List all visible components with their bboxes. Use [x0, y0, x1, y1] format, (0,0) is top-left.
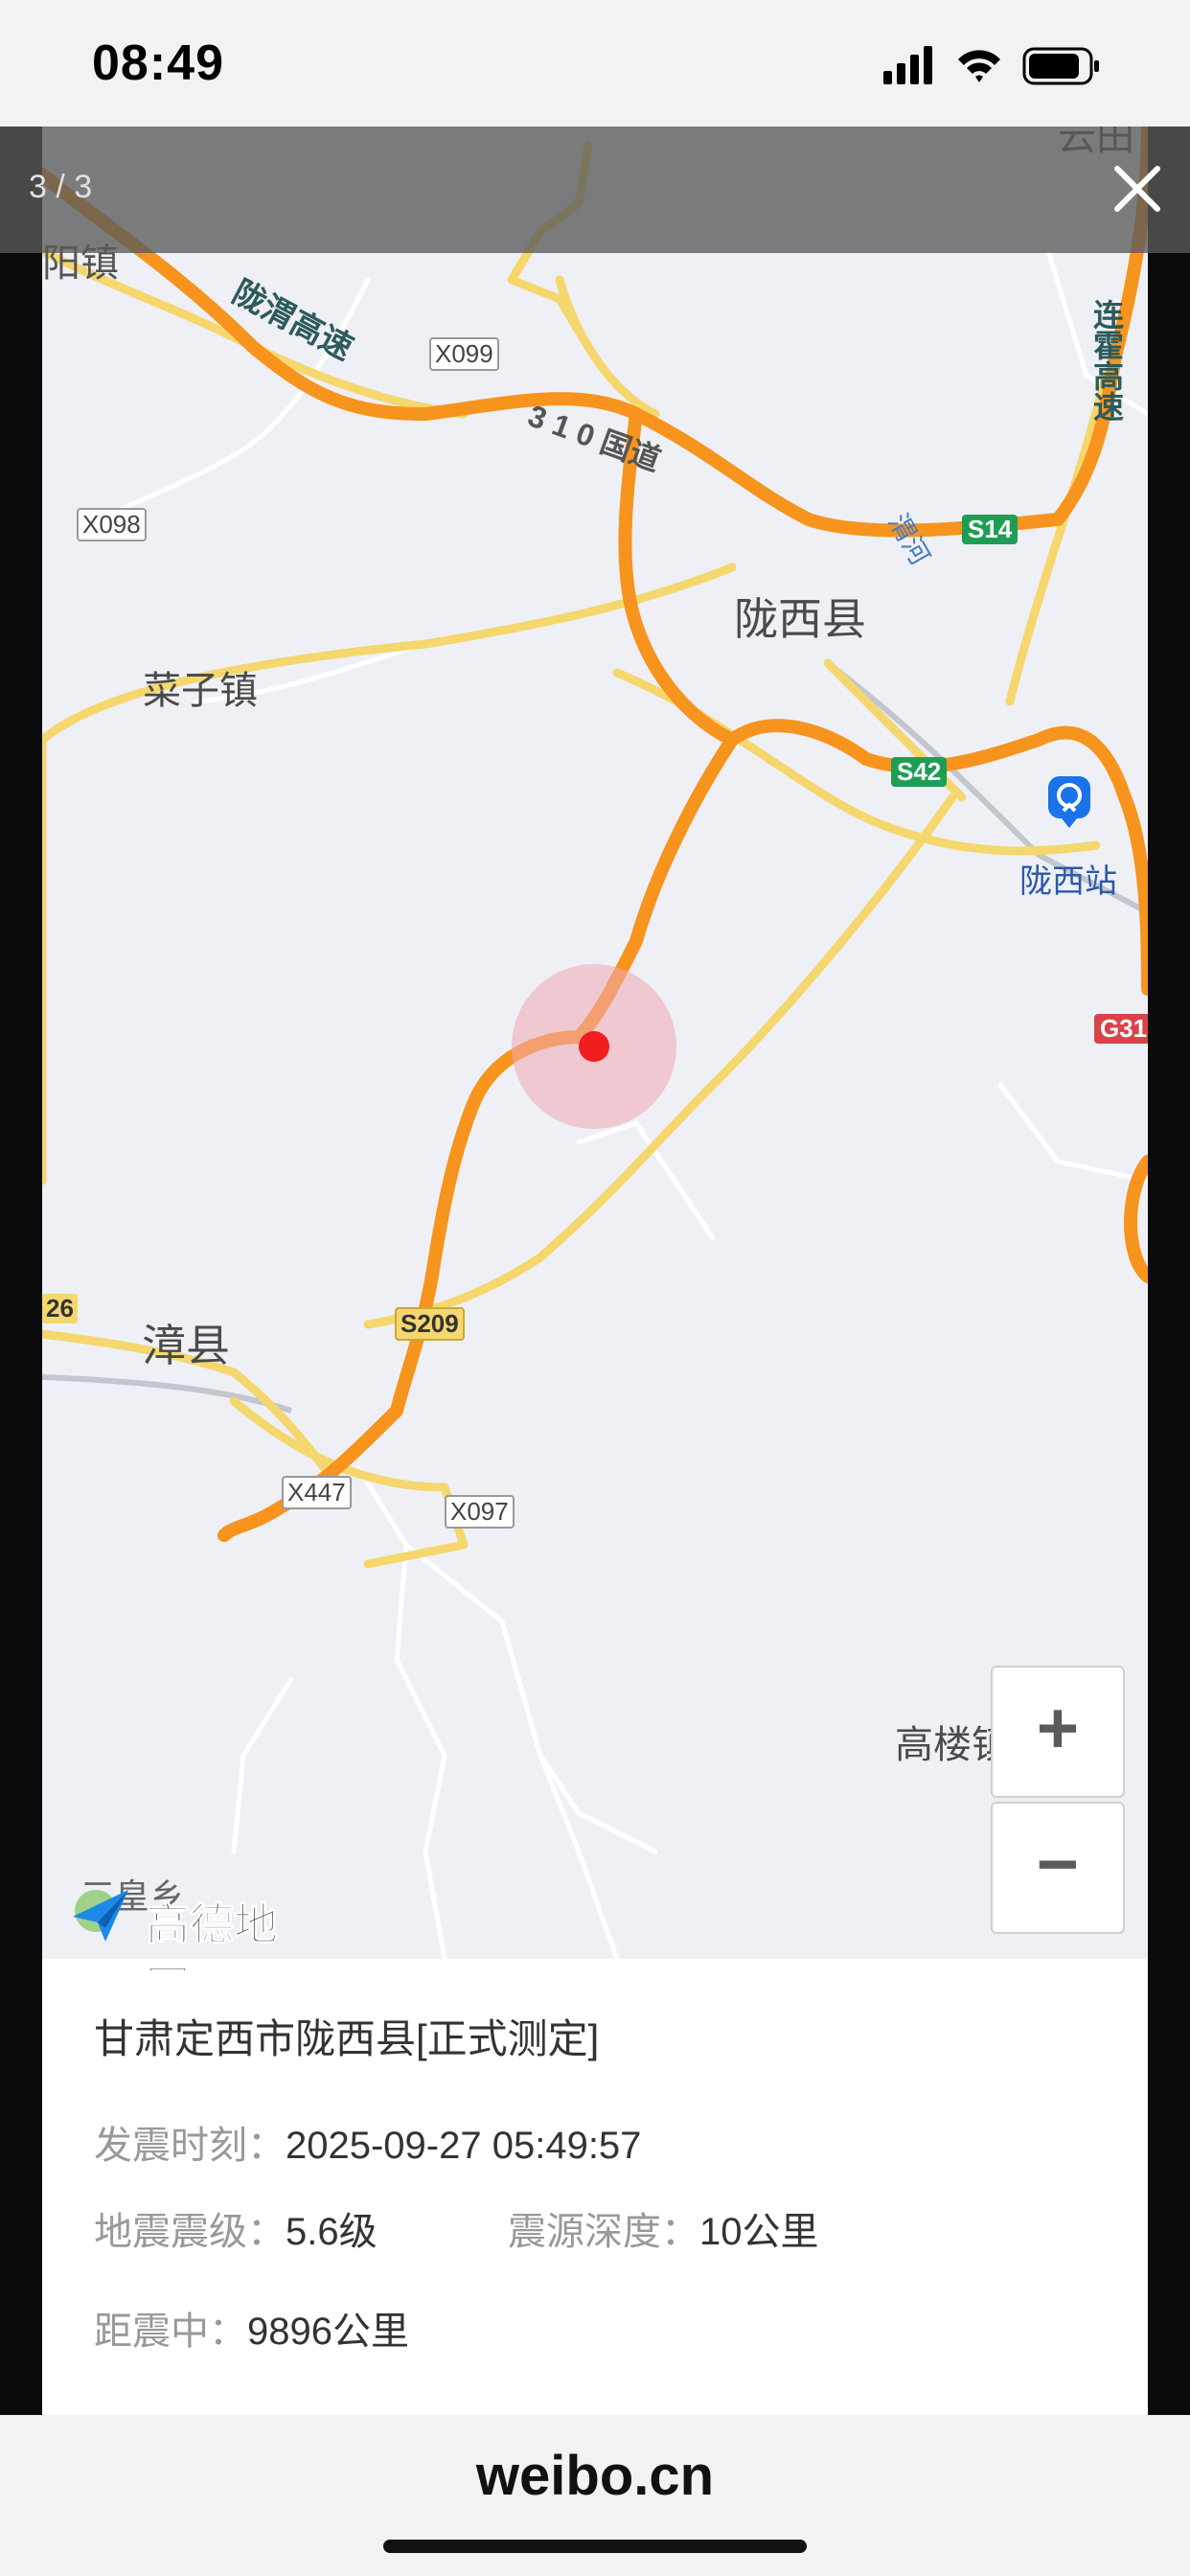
quake-distance-row: 距震中：9896公里: [94, 2300, 409, 2356]
label-longxi-station: 陇西站: [1019, 863, 1117, 900]
quake-depth-row: 震源深度：10公里: [508, 2200, 819, 2256]
zoom-out-button[interactable]: −: [991, 1802, 1125, 1934]
shield-x097: X097: [445, 1495, 515, 1529]
shield-26: 26: [42, 1294, 78, 1323]
browser-bottom-bar: weibo.cn: [0, 2415, 1190, 2576]
quake-magnitude-value: 5.6级: [286, 2211, 378, 2253]
quake-time-label: 发震时刻：: [94, 2125, 286, 2167]
shield-x098: X098: [77, 508, 147, 541]
viewer-top-bar: 3 / 3: [0, 126, 1190, 253]
train-station-icon: [1048, 776, 1090, 828]
quake-depth-value: 10公里: [699, 2211, 819, 2253]
earthquake-info-panel: 甘肃定西市陇西县[正式测定] 发震时刻：2025-09-27 05:49:57 …: [42, 1970, 1148, 2415]
shield-g31: G31: [1094, 1014, 1148, 1044]
quake-time-row: 发震时刻：2025-09-27 05:49:57: [94, 2114, 641, 2170]
status-icons: [883, 46, 1099, 85]
quake-depth-label: 震源深度：: [508, 2211, 699, 2253]
shield-s14: S14: [962, 515, 1018, 544]
image-counter: 3 / 3: [29, 169, 93, 205]
quake-location-title: 甘肃定西市陇西县[正式测定]: [94, 2016, 600, 2061]
quake-distance-value: 9896公里: [247, 2311, 409, 2353]
quake-time-value: 2025-09-27 05:49:57: [286, 2125, 642, 2167]
shield-x099: X099: [429, 337, 499, 371]
label-caizi-town: 菜子镇: [143, 670, 258, 712]
label-zhangxian: 漳县: [142, 1321, 230, 1370]
wifi-icon: [958, 50, 1000, 82]
status-time: 08:49: [92, 35, 224, 91]
status-bar: 08:49: [0, 0, 1190, 126]
map-roads: [42, 126, 1148, 1959]
shield-s42: S42: [891, 757, 948, 787]
zoom-in-button[interactable]: +: [991, 1666, 1125, 1798]
label-lianhuo-expressway: 连霍高速: [1089, 299, 1124, 422]
close-icon[interactable]: [1104, 155, 1171, 222]
epicenter-marker: [579, 1031, 609, 1062]
quake-magnitude-label: 地震震级：: [94, 2211, 286, 2253]
amap-logo: 高德地图: [69, 1878, 318, 2013]
quake-magnitude-row: 地震震级：5.6级: [94, 2200, 378, 2256]
battery-icon: [1022, 47, 1099, 85]
shield-s209: S209: [395, 1307, 465, 1341]
quake-distance-label: 距震中：: [94, 2311, 247, 2353]
label-longxi-county: 陇西县: [734, 594, 866, 644]
browser-url[interactable]: weibo.cn: [0, 2444, 1190, 2508]
amap-plane-icon: [73, 1890, 128, 1942]
screenshot-page: 阳镇 陇渭高速 X099 3 1 0 国道 X098 陇西县 渭河 S14 连霍…: [42, 126, 1148, 2415]
shield-x447: X447: [282, 1476, 352, 1509]
signal-icon: [883, 46, 932, 84]
map-view[interactable]: 阳镇 陇渭高速 X099 3 1 0 国道 X098 陇西县 渭河 S14 连霍…: [42, 126, 1148, 2013]
home-indicator[interactable]: [383, 2540, 807, 2553]
